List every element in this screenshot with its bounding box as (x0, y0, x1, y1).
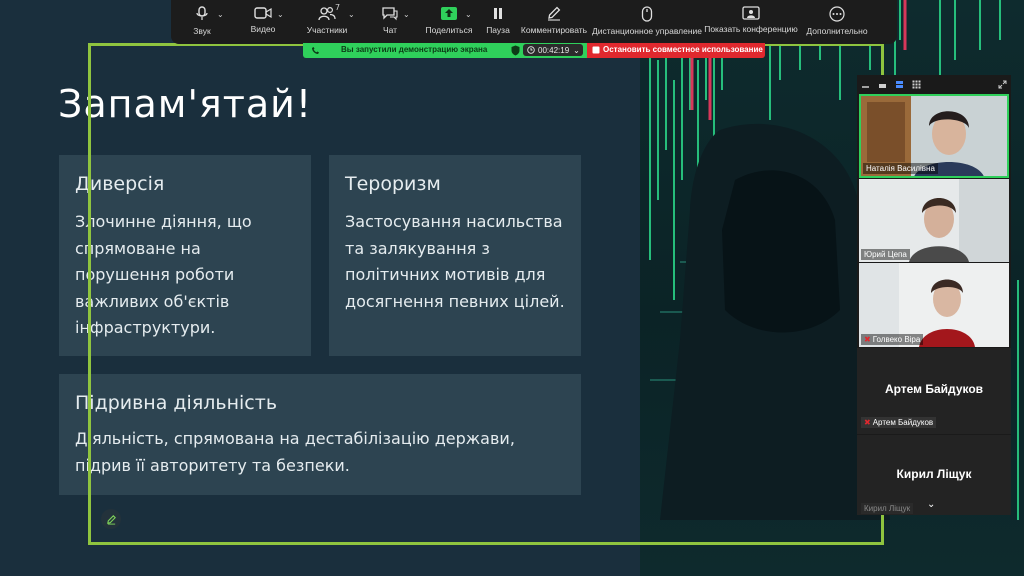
pause-share-button[interactable]: Пауза (479, 0, 517, 44)
conference-window-icon (742, 6, 760, 20)
hooded-figure-graphic (660, 123, 890, 520)
card-heading: Диверсія (75, 173, 165, 195)
participant-name: Юрий Цепа (861, 249, 910, 260)
share-status-indicator: Вы запустили демонстрацию экрана 00:42:1… (303, 43, 587, 58)
participant-card[interactable]: Кирил Ліщук Кирил Ліщук ⌄ (857, 435, 1011, 515)
participant-name: ✖ Голвеко Віра (861, 334, 924, 345)
stop-share-button[interactable]: Остановить совместное использование (587, 43, 765, 58)
participant-display-name: Кирил Ліщук (896, 467, 972, 481)
thumbnail-view-icon[interactable] (878, 80, 887, 89)
share-status-text: Вы запустили демонстрацию экрана (341, 45, 488, 54)
shield-icon (511, 45, 520, 56)
pencil-icon (106, 514, 116, 525)
participants-count: 7 (335, 3, 341, 12)
scroll-down-chevron-icon[interactable]: ⌄ (927, 499, 935, 510)
card-heading: Тероризм (345, 173, 441, 195)
screen-share-status-bar: Вы запустили демонстрацию экрана 00:42:1… (303, 43, 765, 58)
more-button[interactable]: Дополнительно (799, 0, 875, 44)
phone-icon (312, 47, 319, 54)
participant-name: Наталія Василівна (863, 163, 938, 174)
chevron-down-icon[interactable]: ⌄ (348, 10, 355, 19)
share-timer[interactable]: 00:42:19 ⌄ (523, 44, 583, 56)
remote-label: Дистанционное управление (591, 26, 702, 36)
annotate-label: Комментировать (520, 25, 588, 35)
definition-card-subversion: Підривна діяльність Діяльність, спрямова… (59, 374, 581, 495)
muted-microphone-icon: ✖ (864, 335, 871, 344)
participant-name: Кирил Ліщук (861, 503, 914, 514)
card-body: Злочинне діяння, що спрямоване на поруше… (75, 212, 252, 337)
show-conference-button[interactable]: Показать конференцию (703, 0, 799, 44)
edit-button[interactable] (101, 509, 121, 529)
participants-label: Участники (306, 25, 348, 35)
participant-card[interactable]: Артем Байдуков ✖ Артем Байдуков (857, 348, 1011, 434)
slide-title: Запам'ятай! (58, 82, 313, 126)
chevron-down-icon[interactable]: ⌄ (403, 10, 410, 19)
card-body: Застосування насильства та залякування з… (345, 212, 565, 311)
participant-video-tile[interactable]: Наталія Василівна (859, 94, 1009, 178)
card-heading: Підривна діяльність (75, 392, 278, 414)
chat-button[interactable]: ⌄ Чат (361, 0, 419, 44)
stop-icon (592, 46, 600, 54)
video-camera-icon (254, 7, 272, 19)
participant-display-name: Артем Байдуков (884, 382, 984, 396)
chat-label: Чат (382, 25, 398, 35)
participant-video-tile[interactable]: Юрий Цепа (859, 179, 1009, 262)
definition-card-sabotage: Диверсія Злочинне діяння, що спрямоване … (59, 155, 311, 356)
chat-bubble-icon (382, 7, 398, 21)
chevron-down-icon[interactable]: ⌄ (465, 10, 472, 19)
pause-icon (494, 8, 502, 19)
chevron-down-icon[interactable]: ⌄ (277, 10, 284, 19)
participant-name: ✖ Артем Байдуков (861, 417, 937, 428)
participants-icon (318, 6, 336, 21)
panel-header (857, 75, 1011, 93)
clock-icon (527, 46, 535, 54)
participants-button[interactable]: 7 ⌄ Участники (293, 0, 361, 44)
show-conference-label: Показать конференцию (704, 24, 798, 34)
card-body: Діяльність, спрямована на дестабілізацію… (75, 429, 515, 475)
video-button[interactable]: ⌄ Видео (233, 0, 293, 44)
mouse-icon (641, 6, 653, 22)
video-label: Видео (250, 24, 276, 34)
speaker-view-icon[interactable] (895, 80, 904, 89)
share-label: Поделиться (425, 25, 473, 35)
stop-share-label: Остановить совместное использование (603, 45, 763, 54)
share-screen-icon (441, 7, 457, 20)
remote-control-button[interactable]: Дистанционное управление (591, 0, 703, 44)
annotate-button[interactable]: Комментировать (517, 0, 591, 44)
chevron-down-icon[interactable]: ⌄ (217, 10, 224, 19)
participant-video-tile[interactable]: ✖ Голвеко Віра (859, 263, 1009, 347)
microphone-icon (196, 6, 208, 20)
share-screen-button[interactable]: ⌄ Поделиться (419, 0, 479, 44)
audio-button[interactable]: ⌄ Звук (171, 0, 233, 44)
definition-card-terrorism: Тероризм Застосування насильства та заля… (329, 155, 581, 356)
timer-text: 00:42:19 (538, 45, 570, 55)
minimize-icon[interactable] (861, 80, 870, 89)
meeting-toolbar: ⌄ Звук ⌄ Видео 7 ⌄ Участники ⌄ Чат ⌄ Под… (171, 0, 897, 44)
muted-microphone-icon: ✖ (864, 418, 871, 427)
pencil-icon (548, 6, 561, 21)
audio-label: Звук (193, 26, 211, 36)
more-label: Дополнительно (806, 26, 868, 36)
participants-video-panel: Наталія Василівна Юрий Цепа ✖ Голвеко Вір… (857, 75, 1011, 515)
expand-icon[interactable] (998, 80, 1007, 89)
chevron-down-icon: ⌄ (573, 45, 580, 55)
pause-label: Пауза (486, 25, 510, 35)
gallery-view-icon[interactable] (912, 80, 921, 89)
more-icon (829, 6, 845, 22)
